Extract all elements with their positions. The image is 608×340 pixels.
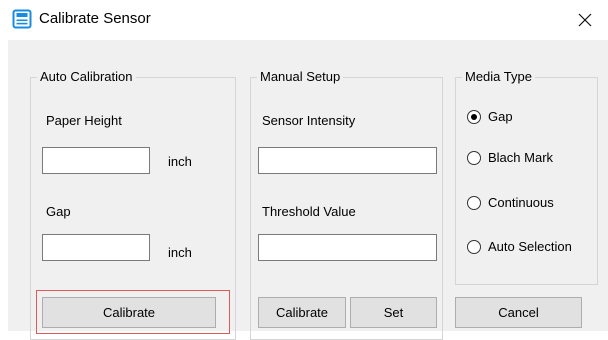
auto-calibrate-button[interactable]: Calibrate: [42, 297, 216, 328]
paper-height-input[interactable]: [42, 147, 150, 174]
sensor-intensity-input[interactable]: [258, 147, 437, 174]
window-title: Calibrate Sensor: [39, 10, 151, 27]
paper-height-label: Paper Height: [46, 113, 122, 128]
dialog-client-area: Auto Calibration Paper Height inch Gap i…: [8, 40, 608, 340]
radio-continuous-indicator[interactable]: [467, 196, 481, 210]
gap-unit: inch: [168, 245, 192, 260]
set-button[interactable]: Set: [350, 297, 437, 328]
radio-gap[interactable]: Gap: [467, 109, 513, 125]
radio-gap-indicator[interactable]: [467, 110, 481, 124]
title-bar: Calibrate Sensor: [0, 0, 608, 40]
sensor-intensity-label: Sensor Intensity: [262, 113, 356, 128]
manual-calibrate-button[interactable]: Calibrate: [258, 297, 346, 328]
radio-continuous[interactable]: Continuous: [467, 195, 554, 211]
close-icon: [578, 13, 592, 27]
media-type-title: Media Type: [462, 69, 535, 85]
printer-window-icon: [12, 9, 32, 29]
paper-height-unit: inch: [168, 154, 192, 169]
radio-blach-mark-label: Blach Mark: [488, 150, 554, 165]
threshold-value-label: Threshold Value: [262, 204, 356, 219]
radio-blach-mark-indicator[interactable]: [467, 151, 481, 165]
radio-auto-selection-indicator[interactable]: [467, 240, 481, 254]
radio-gap-label: Gap: [488, 109, 513, 124]
close-button[interactable]: [562, 0, 608, 40]
manual-setup-title: Manual Setup: [257, 69, 344, 85]
radio-blach-mark[interactable]: Blach Mark: [467, 150, 553, 166]
radio-continuous-label: Continuous: [488, 195, 554, 210]
gap-input[interactable]: [42, 234, 150, 261]
cancel-button[interactable]: Cancel: [455, 297, 582, 328]
threshold-value-input[interactable]: [258, 234, 437, 261]
auto-calibration-title: Auto Calibration: [37, 69, 136, 85]
radio-auto-selection[interactable]: Auto Selection: [467, 239, 572, 255]
radio-auto-selection-label: Auto Selection: [488, 239, 572, 254]
gap-label: Gap: [46, 204, 71, 219]
